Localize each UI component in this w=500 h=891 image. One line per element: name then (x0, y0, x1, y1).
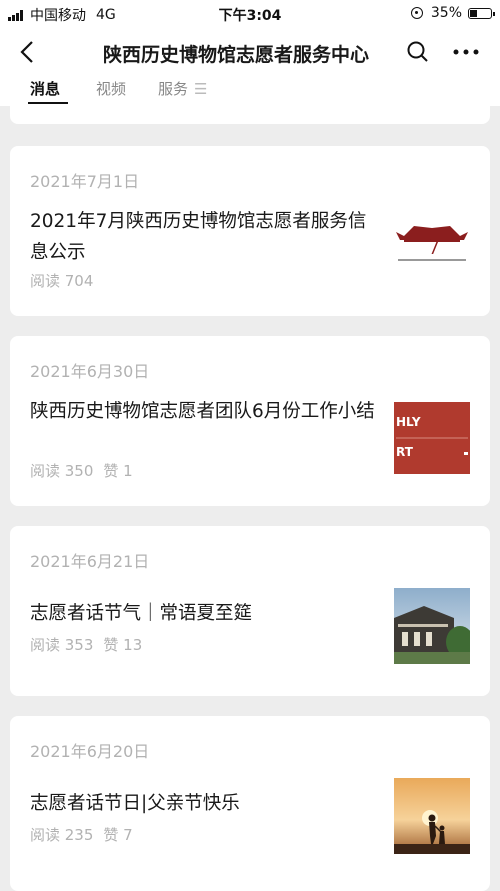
like-count: 赞 13 (103, 636, 143, 654)
thumb-text-bottom: RT (396, 445, 414, 459)
previous-card-edge (10, 106, 490, 124)
article-date: 2021年6月21日 (30, 552, 150, 571)
article-title[interactable]: 陕西历史博物馆志愿者团队6月份工作小结 (30, 396, 380, 427)
article-stats: 阅读 350 赞 1 (30, 460, 133, 481)
battery-icon (468, 7, 495, 19)
article-thumbnail[interactable] (394, 778, 470, 854)
article-date: 2021年7月1日 (30, 172, 140, 191)
article-date: 2021年6月30日 (30, 362, 150, 381)
article-card[interactable]: 2021年7月1日 2021年7月陕西历史博物馆志愿者服务信息公示 阅读 704… (10, 146, 490, 316)
orientation-lock-icon (410, 7, 423, 19)
article-title[interactable]: 志愿者话节气｜常语夏至筵 (30, 598, 380, 629)
read-count: 阅读 704 (30, 272, 94, 290)
article-thumbnail[interactable]: 7 (394, 196, 470, 272)
tab-videos[interactable]: 视频 (96, 78, 126, 99)
article-stats: 阅读 353 赞 13 (30, 634, 142, 655)
article-title[interactable]: 2021年7月陕西历史博物馆志愿者服务信息公示 (30, 206, 380, 268)
read-count: 阅读 350 (30, 462, 94, 480)
article-stats: 阅读 235 赞 7 (30, 824, 133, 845)
tab-bar: 消息 视频 服务 ☰ (0, 76, 500, 106)
page-title: 陕西历史博物馆志愿者服务中心 (102, 44, 369, 66)
article-card[interactable]: 2021年6月30日 陕西历史博物馆志愿者团队6月份工作小结 阅读 350 赞 1… (10, 336, 490, 506)
like-count: 赞 7 (103, 826, 133, 844)
menu-icon: ☰ (194, 80, 208, 98)
thumb-number: 7 (427, 235, 441, 260)
article-title[interactable]: 志愿者话节日|父亲节快乐 (30, 788, 380, 819)
more-options-icon[interactable] (452, 40, 480, 64)
tab-services[interactable]: 服务 ☰ (158, 78, 207, 99)
article-card[interactable]: 2021年6月21日 志愿者话节气｜常语夏至筵 阅读 353 赞 13 (10, 526, 490, 696)
article-card[interactable]: 2021年6月20日 志愿者话节日|父亲节快乐 阅读 235 赞 7 (10, 716, 490, 891)
article-thumbnail[interactable] (394, 588, 470, 664)
tab-services-label: 服务 (158, 80, 189, 98)
status-bar: 中国移动 4G 下午3:04 35% (0, 0, 500, 28)
battery-percent: 35% (430, 5, 462, 21)
article-thumbnail[interactable]: HLY RT (394, 402, 470, 474)
active-tab-indicator (28, 102, 68, 104)
navigation-bar: 陕西历史博物馆志愿者服务中心 (0, 28, 500, 76)
article-date: 2021年6月20日 (30, 742, 150, 761)
search-icon[interactable] (406, 40, 430, 64)
tab-messages[interactable]: 消息 (30, 78, 60, 99)
read-count: 阅读 353 (30, 636, 94, 654)
like-count: 赞 1 (103, 462, 133, 480)
thumb-text-top: HLY (396, 415, 421, 429)
read-count: 阅读 235 (30, 826, 94, 844)
back-arrow-icon[interactable] (16, 38, 42, 66)
article-stats: 阅读 704 (30, 270, 93, 291)
